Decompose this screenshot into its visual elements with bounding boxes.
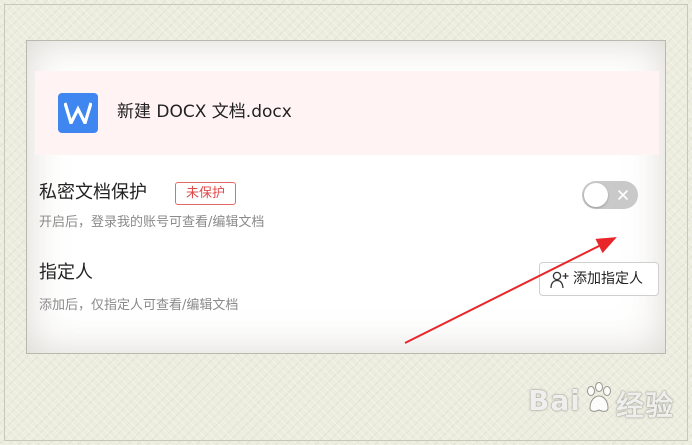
- designated-person-description: 添加后，仅指定人可查看/编辑文档: [39, 298, 239, 313]
- private-protection-toggle[interactable]: [582, 181, 638, 209]
- private-protection-description: 开启后，登录我的账号可查看/编辑文档: [39, 215, 265, 230]
- baidu-watermark: Bai 经验: [528, 378, 673, 422]
- add-user-icon: [550, 271, 569, 289]
- add-designated-person-button[interactable]: 添加指定人: [539, 262, 659, 296]
- toggle-knob: [584, 183, 608, 207]
- file-header: 新建 DOCX 文档.docx: [35, 71, 659, 155]
- close-icon: [618, 190, 628, 200]
- word-doc-icon: [58, 93, 98, 133]
- document-protection-panel: 新建 DOCX 文档.docx 私密文档保护 未保护 开启后，登录我的账号可查看…: [26, 40, 666, 354]
- watermark-brand-left: Bai: [528, 384, 581, 417]
- status-badge: 未保护: [175, 182, 237, 205]
- baidu-paw-icon: [587, 382, 611, 412]
- private-protection-title: 私密文档保护: [39, 182, 147, 203]
- watermark-brand-right: 经验: [616, 389, 675, 422]
- designated-person-title: 指定人: [39, 262, 93, 283]
- file-name: 新建 DOCX 文档.docx: [117, 102, 292, 122]
- add-designated-person-label: 添加指定人: [573, 271, 643, 287]
